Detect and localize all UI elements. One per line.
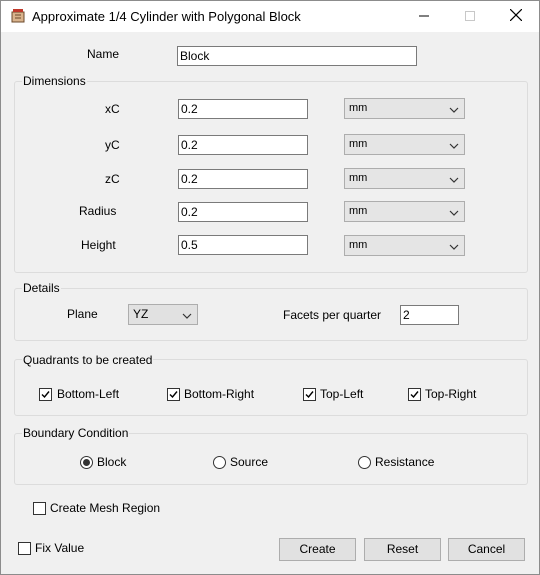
chevron-down-icon	[449, 208, 459, 216]
radius-unit-value: mm	[349, 205, 368, 217]
window-title: Approximate 1/4 Cylinder with Polygonal …	[32, 9, 301, 24]
chevron-down-icon	[449, 175, 459, 183]
xc-unit-select[interactable]: mm	[344, 98, 465, 119]
chevron-down-icon	[449, 141, 459, 149]
plane-label: Plane	[67, 307, 98, 321]
plane-select[interactable]: YZ	[128, 304, 198, 325]
create-button[interactable]: Create	[279, 538, 356, 561]
dimensions-title: Dimensions	[22, 74, 87, 88]
bottom-left-checkbox[interactable]	[39, 388, 52, 401]
checkmark-icon	[305, 391, 314, 399]
details-title: Details	[22, 281, 61, 295]
create-mesh-region-label: Create Mesh Region	[50, 501, 161, 515]
bottom-right-label: Bottom-Right	[184, 387, 255, 401]
zc-unit-value: mm	[349, 172, 368, 184]
zc-label: zC	[105, 172, 120, 186]
yc-unit-value: mm	[349, 138, 368, 150]
maximize-button[interactable]	[447, 1, 493, 32]
reset-button[interactable]: Reset	[364, 538, 441, 561]
boundary-title: Boundary Condition	[22, 426, 130, 440]
block-radio[interactable]	[80, 456, 93, 469]
close-icon	[509, 8, 523, 24]
xc-label: xC	[105, 102, 120, 116]
fix-value-checkbox[interactable]	[18, 542, 31, 555]
quadrants-title: Quadrants to be created	[22, 353, 154, 367]
height-unit-select[interactable]: mm	[344, 235, 465, 256]
xc-unit-value: mm	[349, 102, 368, 114]
bottom-right-checkbox[interactable]	[167, 388, 180, 401]
yc-unit-select[interactable]: mm	[344, 134, 465, 155]
top-right-checkbox[interactable]	[408, 388, 421, 401]
resistance-radio-label: Resistance	[375, 455, 435, 469]
radio-selected-icon	[83, 459, 90, 466]
create-mesh-region-checkbox[interactable]	[33, 502, 46, 515]
resistance-radio[interactable]	[358, 456, 371, 469]
name-label: Name	[87, 47, 120, 61]
radius-input[interactable]: 0.2	[178, 202, 308, 222]
block-radio-label: Block	[97, 455, 127, 469]
yc-label: yC	[105, 138, 120, 152]
chevron-down-icon	[449, 242, 459, 250]
title-bar[interactable]: Approximate 1/4 Cylinder with Polygonal …	[1, 1, 539, 32]
yc-input[interactable]: 0.2	[178, 135, 308, 155]
radius-unit-select[interactable]: mm	[344, 201, 465, 222]
radius-label: Radius	[79, 204, 117, 218]
zc-input[interactable]: 0.2	[178, 169, 308, 189]
height-input[interactable]: 0.5	[178, 235, 308, 255]
app-icon	[10, 8, 26, 24]
xc-input[interactable]: 0.2	[178, 99, 308, 119]
facets-label: Facets per quarter	[283, 308, 382, 322]
maximize-icon	[465, 10, 475, 24]
facets-input[interactable]: 2	[400, 305, 459, 325]
checkmark-icon	[41, 391, 50, 399]
chevron-down-icon	[449, 105, 459, 113]
source-radio[interactable]	[213, 456, 226, 469]
fix-value-label: Fix Value	[35, 541, 85, 555]
chevron-down-icon	[182, 311, 192, 319]
checkmark-icon	[169, 391, 178, 399]
top-left-checkbox[interactable]	[303, 388, 316, 401]
plane-value: YZ	[133, 307, 149, 321]
cancel-button[interactable]: Cancel	[448, 538, 525, 561]
top-right-label: Top-Right	[425, 387, 477, 401]
minimize-icon	[419, 10, 429, 24]
name-input[interactable]: Block	[177, 46, 417, 66]
checkmark-icon	[410, 391, 419, 399]
source-radio-label: Source	[230, 455, 269, 469]
minimize-button[interactable]	[401, 1, 447, 32]
height-unit-value: mm	[349, 239, 368, 251]
bottom-left-label: Bottom-Left	[57, 387, 120, 401]
top-left-label: Top-Left	[320, 387, 364, 401]
close-button[interactable]	[493, 1, 539, 32]
dialog-window: Approximate 1/4 Cylinder with Polygonal …	[0, 0, 540, 575]
height-label: Height	[81, 238, 116, 252]
zc-unit-select[interactable]: mm	[344, 168, 465, 189]
